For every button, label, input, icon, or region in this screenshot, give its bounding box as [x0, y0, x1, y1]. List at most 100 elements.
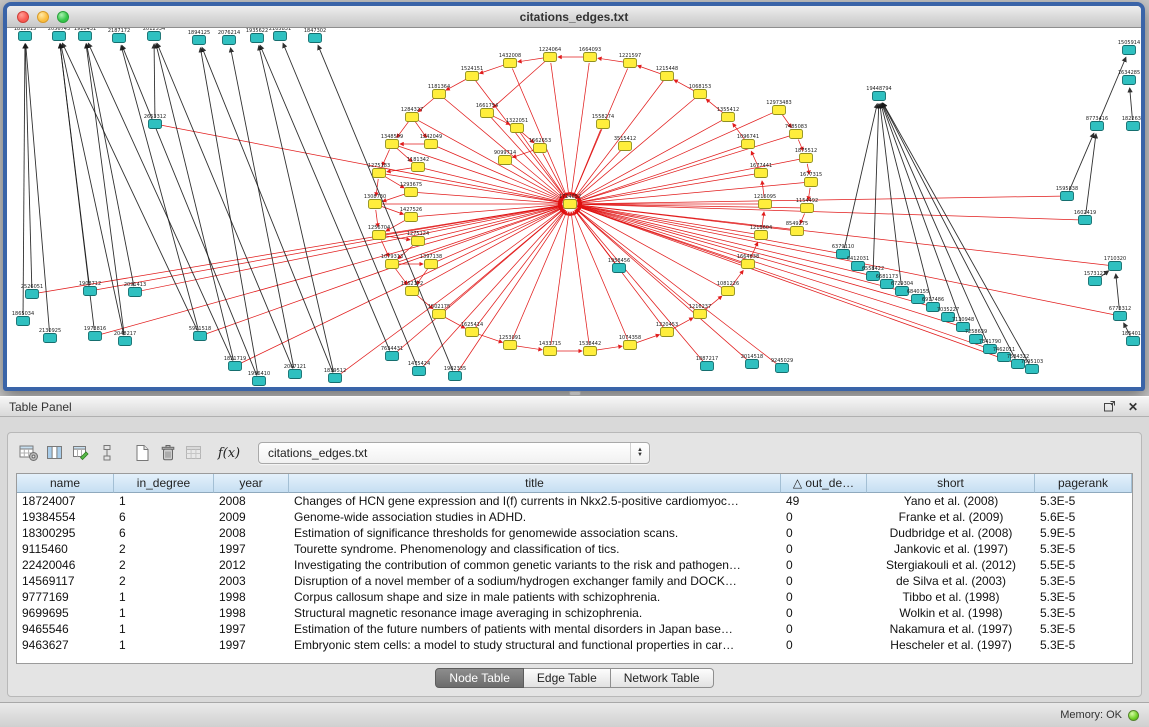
graph-node[interactable] [619, 142, 632, 151]
window-zoom-button[interactable] [57, 11, 69, 23]
graph-edge[interactable] [87, 44, 134, 286]
tab-network-table[interactable]: Network Table [611, 668, 714, 688]
graph-node[interactable] [773, 106, 786, 115]
memory-status-indicator[interactable] [1128, 710, 1139, 721]
graph-node[interactable] [504, 59, 517, 68]
graph-node[interactable] [1127, 122, 1140, 131]
graph-edge[interactable] [23, 44, 25, 315]
graph-edge[interactable] [283, 43, 417, 365]
graph-node[interactable] [722, 113, 735, 122]
column-header-pagerank[interactable]: pagerank [1035, 474, 1132, 493]
graph-node[interactable] [466, 72, 479, 81]
graph-node[interactable] [742, 140, 755, 149]
graph-edge[interactable] [518, 58, 544, 62]
graph-node[interactable] [1061, 192, 1074, 201]
window-close-button[interactable] [17, 11, 29, 23]
graph-node[interactable] [89, 332, 102, 341]
graph-edge[interactable] [578, 205, 755, 234]
graph-node[interactable] [661, 328, 674, 337]
graph-node[interactable] [433, 90, 446, 99]
graph-node[interactable] [800, 154, 813, 163]
graph-node[interactable] [406, 287, 419, 296]
graph-edge[interactable] [1116, 274, 1120, 310]
graph-node[interactable] [624, 341, 637, 350]
graph-node[interactable] [19, 32, 32, 41]
graph-node[interactable] [1123, 76, 1136, 85]
table-row[interactable]: 2242004622012Investigating the contribut… [17, 557, 1132, 573]
graph-node[interactable] [755, 231, 768, 240]
graph-node[interactable] [289, 370, 302, 379]
graph-edge[interactable] [543, 153, 566, 197]
graph-node[interactable] [694, 310, 707, 319]
graph-node[interactable] [405, 188, 418, 197]
graph-edge[interactable] [512, 211, 567, 339]
graph-edge[interactable] [202, 47, 333, 372]
delete-table-button[interactable] [155, 441, 181, 465]
graph-node[interactable] [805, 178, 818, 187]
graph-node[interactable] [1026, 365, 1039, 374]
graph-node[interactable] [504, 341, 517, 350]
close-panel-icon[interactable]: ✕ [1126, 400, 1140, 414]
function-builder-button[interactable]: f(x) [216, 441, 242, 465]
graph-node[interactable] [26, 290, 39, 299]
table-selector-dropdown[interactable]: citations_edges.txt ▲▼ [258, 442, 650, 464]
graph-node[interactable] [564, 200, 577, 209]
table-row[interactable]: 1872400712008Changes of HCN gene express… [17, 493, 1132, 509]
graph-edge[interactable] [493, 61, 546, 108]
graph-node[interactable] [44, 334, 57, 343]
table-row[interactable]: 977716911998Corpus callosum shape and si… [17, 589, 1132, 605]
graph-edge[interactable] [154, 44, 155, 118]
table-row[interactable]: 946554611997Estimation of the future num… [17, 621, 1132, 637]
network-canvas-svg[interactable]: 1216095167744110967411355412106815312154… [7, 28, 1141, 387]
graph-node[interactable] [229, 362, 242, 371]
graph-node[interactable] [613, 264, 626, 273]
import-table-button[interactable] [181, 441, 207, 465]
graph-node[interactable] [1089, 277, 1102, 286]
graph-node[interactable] [1109, 262, 1122, 271]
graph-node[interactable] [369, 200, 382, 209]
column-header-in_degree[interactable]: in_degree [114, 474, 214, 493]
graph-edge[interactable] [231, 48, 294, 368]
graph-node[interactable] [499, 156, 512, 165]
graph-edge[interactable] [141, 206, 562, 291]
window-titlebar[interactable]: citations_edges.txt [7, 6, 1141, 28]
graph-edge[interactable] [571, 63, 589, 196]
graph-node[interactable] [425, 260, 438, 269]
graph-node[interactable] [149, 120, 162, 129]
graph-edge[interactable] [424, 168, 562, 202]
graph-node[interactable] [329, 374, 342, 383]
graph-node[interactable] [1114, 312, 1127, 321]
edit-table-button[interactable] [68, 441, 94, 465]
graph-edge[interactable] [60, 44, 89, 285]
table-settings-button[interactable] [16, 441, 42, 465]
column-header-out_de[interactable]: △ out_de… [781, 474, 867, 493]
graph-node[interactable] [406, 113, 419, 122]
window-minimize-button[interactable] [37, 11, 49, 23]
graph-node[interactable] [544, 347, 557, 356]
graph-node[interactable] [449, 372, 462, 381]
graph-edge[interactable] [1099, 57, 1126, 120]
graph-node[interactable] [1123, 46, 1136, 55]
graph-edge[interactable] [873, 104, 879, 270]
graph-node[interactable] [584, 53, 597, 62]
table-row[interactable]: 1938455462009Genome-wide association stu… [17, 509, 1132, 525]
network-canvas[interactable]: 1216095167744110967411355412106815312154… [7, 28, 1141, 387]
graph-edge[interactable] [476, 81, 565, 198]
graph-node[interactable] [17, 317, 30, 326]
graph-node[interactable] [386, 352, 399, 361]
graph-edge[interactable] [571, 212, 589, 345]
new-table-button[interactable] [129, 441, 155, 465]
graph-node[interactable] [624, 59, 637, 68]
graph-node[interactable] [119, 337, 132, 346]
graph-node[interactable] [129, 288, 142, 297]
graph-node[interactable] [481, 109, 494, 118]
table-row[interactable]: 969969511998Structural magnetic resonanc… [17, 605, 1132, 621]
graph-node[interactable] [386, 260, 399, 269]
graph-node[interactable] [694, 90, 707, 99]
graph-node[interactable] [722, 287, 735, 296]
graph-node[interactable] [776, 364, 789, 373]
column-header-name[interactable]: name [17, 474, 114, 493]
graph-node[interactable] [433, 310, 446, 319]
graph-node[interactable] [425, 140, 438, 149]
tab-edge-table[interactable]: Edge Table [524, 668, 611, 688]
